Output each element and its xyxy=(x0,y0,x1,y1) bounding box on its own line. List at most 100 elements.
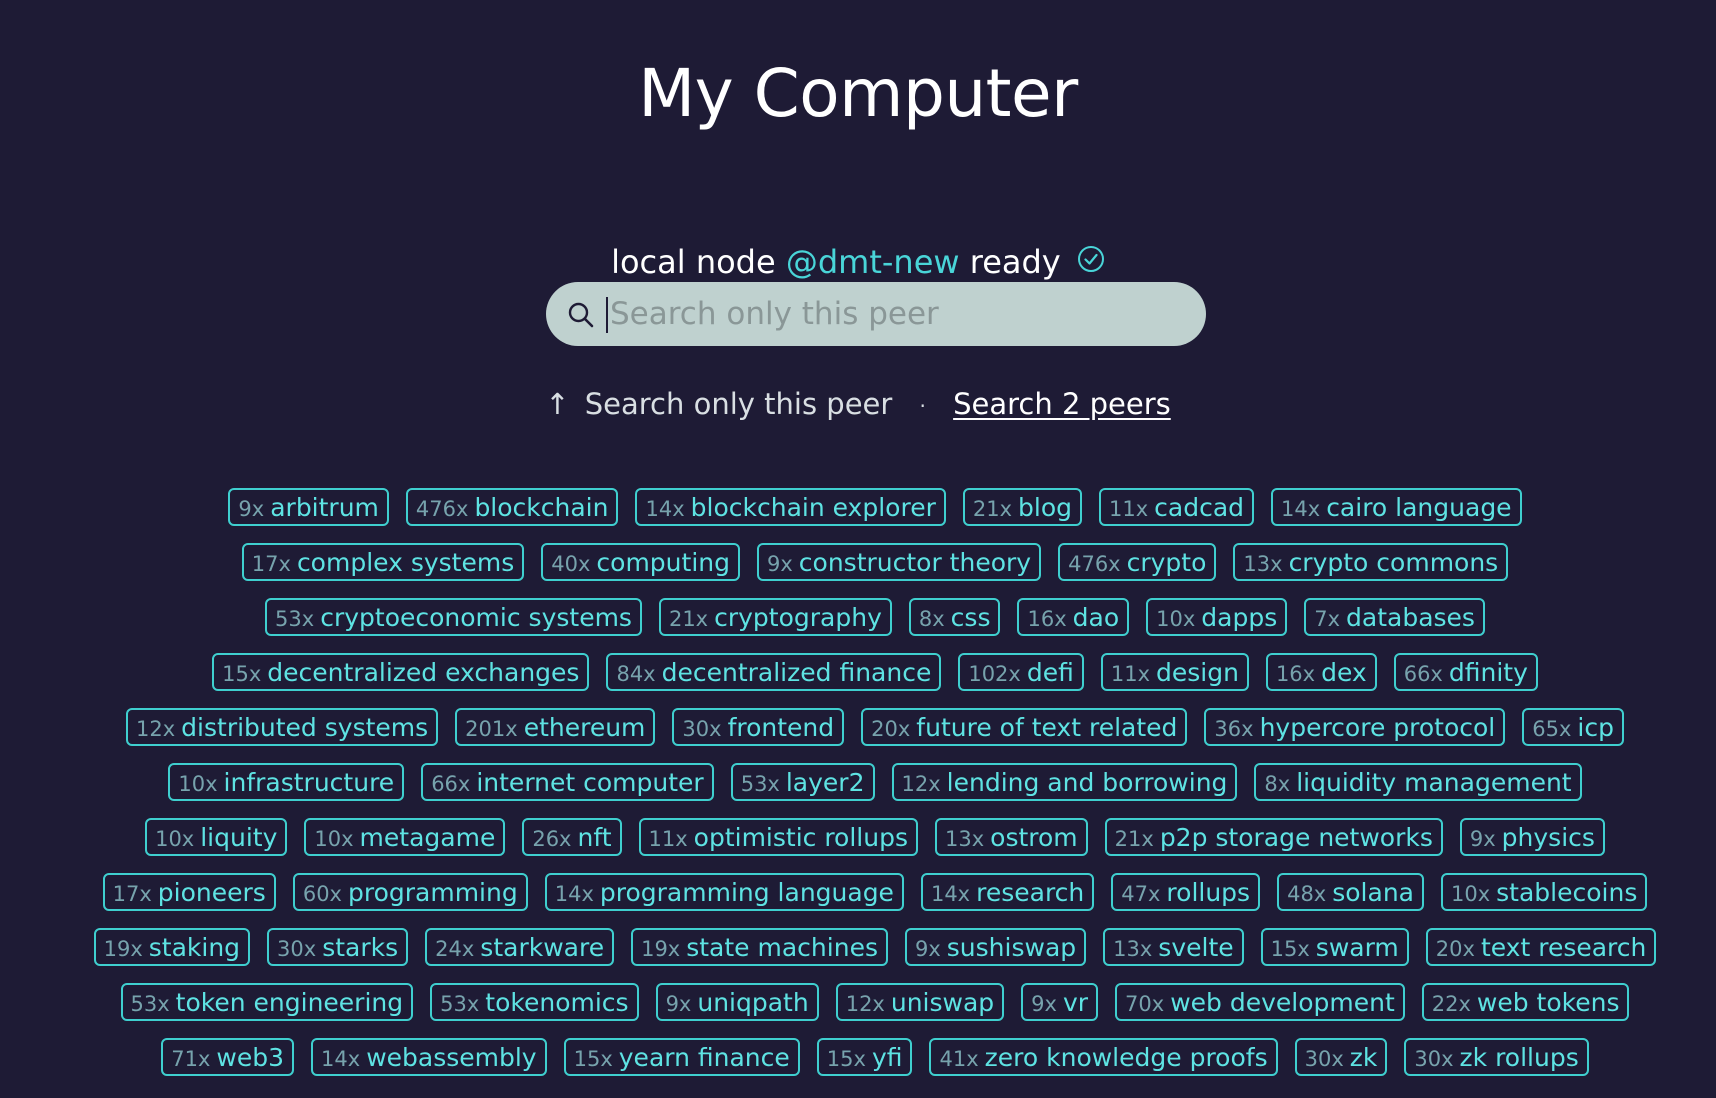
tag-count: 15x xyxy=(222,662,262,686)
tag-chip[interactable]: 12x distributed systems xyxy=(126,708,439,746)
tag-chip[interactable]: 13x crypto commons xyxy=(1233,543,1509,581)
tag-chip[interactable]: 10x stablecoins xyxy=(1441,873,1648,911)
tag-label: liquidity management xyxy=(1296,768,1572,797)
tag-chip[interactable]: 9x constructor theory xyxy=(756,543,1042,581)
tag-label: frontend xyxy=(727,713,835,742)
tag-chip[interactable]: 26x nft xyxy=(522,818,622,856)
tag-chip[interactable]: 476x crypto xyxy=(1058,543,1217,581)
tag-chip[interactable]: 66x dfinity xyxy=(1393,653,1538,691)
tag-count: 8x xyxy=(1264,772,1291,796)
tag-chip[interactable]: 15x yfi xyxy=(816,1038,913,1076)
tag-chip[interactable]: 9x arbitrum xyxy=(228,488,389,526)
tag-chip[interactable]: 71x web3 xyxy=(161,1038,295,1076)
tag-count: 10x xyxy=(314,827,354,851)
tag-chip[interactable]: 60x programming xyxy=(292,873,528,911)
current-scope-label: Search only this peer xyxy=(584,387,893,421)
tag-label: research xyxy=(976,878,1085,907)
search-input[interactable] xyxy=(606,288,1190,340)
tag-chip[interactable]: 15x decentralized exchanges xyxy=(212,653,590,691)
tag-chip[interactable]: 53x cryptoeconomic systems xyxy=(265,598,642,636)
tag-chip[interactable]: 84x decentralized finance xyxy=(606,653,942,691)
tag-chip[interactable]: 15x yearn finance xyxy=(563,1038,800,1076)
tag-chip[interactable]: 20x text research xyxy=(1425,928,1657,966)
tag-chip[interactable]: 10x dapps xyxy=(1146,598,1288,636)
page: My Computer local node @dmt-new ready ↑ … xyxy=(0,0,1716,1098)
tag-label: dao xyxy=(1072,603,1120,632)
tag-count: 10x xyxy=(155,827,195,851)
tag-chip[interactable]: 70x web development xyxy=(1115,983,1405,1021)
tag-label: rollups xyxy=(1166,878,1251,907)
tag-chip[interactable]: 16x dex xyxy=(1265,653,1377,691)
scope-separator: · xyxy=(919,394,926,418)
tag-chip[interactable]: 21x cryptography xyxy=(658,598,892,636)
tag-chip[interactable]: 14x webassembly xyxy=(311,1038,547,1076)
tag-label: vr xyxy=(1062,988,1089,1017)
tag-chip[interactable]: 10x metagame xyxy=(304,818,506,856)
tag-chip[interactable]: 12x uniswap xyxy=(835,983,1005,1021)
tag-chip[interactable]: 11x cadcad xyxy=(1099,488,1255,526)
tag-count: 9x xyxy=(914,937,941,961)
tag-label: infrastructure xyxy=(223,768,395,797)
tag-chip[interactable]: 476x blockchain xyxy=(405,488,619,526)
tag-chip[interactable]: 14x cairo language xyxy=(1271,488,1522,526)
tag-chip[interactable]: 24x starkware xyxy=(425,928,615,966)
tag-count: 9x xyxy=(1469,827,1496,851)
tag-label: blockchain explorer xyxy=(690,493,936,522)
tag-chip[interactable]: 21x p2p storage networks xyxy=(1104,818,1443,856)
tag-chip[interactable]: 10x liquity xyxy=(145,818,288,856)
tag-chip[interactable]: 12x lending and borrowing xyxy=(891,763,1238,801)
tag-chip[interactable]: 16x dao xyxy=(1017,598,1130,636)
tag-chip[interactable]: 40x computing xyxy=(541,543,740,581)
tag-count: 15x xyxy=(1270,937,1310,961)
tag-chip[interactable]: 14x programming language xyxy=(544,873,904,911)
search-bar[interactable] xyxy=(546,282,1206,346)
tag-chip[interactable]: 17x pioneers xyxy=(102,873,276,911)
tag-chip[interactable]: 9x uniqpath xyxy=(655,983,819,1021)
tag-count: 476x xyxy=(1068,552,1121,576)
tag-chip[interactable]: 201x ethereum xyxy=(455,708,656,746)
tag-chip[interactable]: 19x state machines xyxy=(631,928,888,966)
tag-chip[interactable]: 53x layer2 xyxy=(730,763,875,801)
tag-chip[interactable]: 102x defi xyxy=(958,653,1084,691)
tag-chip[interactable]: 21x blog xyxy=(962,488,1082,526)
tag-chip[interactable]: 14x research xyxy=(920,873,1095,911)
tag-chip[interactable]: 48x solana xyxy=(1277,873,1424,911)
tag-chip[interactable]: 22x web tokens xyxy=(1421,983,1630,1021)
search-peers-link[interactable]: Search 2 peers xyxy=(953,387,1171,421)
tag-chip[interactable]: 30x starks xyxy=(267,928,409,966)
tag-chip[interactable]: 9x sushiswap xyxy=(904,928,1087,966)
tag-chip[interactable]: 41x zero knowledge proofs xyxy=(929,1038,1278,1076)
tag-chip[interactable]: 65x icp xyxy=(1522,708,1624,746)
tag-chip[interactable]: 36x hypercore protocol xyxy=(1204,708,1506,746)
tag-count: 19x xyxy=(103,937,143,961)
tag-chip[interactable]: 7x databases xyxy=(1304,598,1485,636)
tag-label: staking xyxy=(148,933,241,962)
tag-count: 11x xyxy=(648,827,688,851)
tag-chip[interactable]: 30x frontend xyxy=(672,708,845,746)
tag-chip[interactable]: 11x optimistic rollups xyxy=(638,818,918,856)
tag-label: css xyxy=(950,603,991,632)
tag-chip[interactable]: 13x svelte xyxy=(1103,928,1244,966)
tag-chip[interactable]: 20x future of text related xyxy=(861,708,1188,746)
tag-chip[interactable]: 53x token engineering xyxy=(120,983,414,1021)
tag-chip[interactable]: 11x design xyxy=(1100,653,1249,691)
tag-chip[interactable]: 19x staking xyxy=(93,928,251,966)
tag-chip[interactable]: 14x blockchain explorer xyxy=(635,488,946,526)
tag-count: 17x xyxy=(251,552,291,576)
tag-chip[interactable]: 17x complex systems xyxy=(241,543,525,581)
tag-chip[interactable]: 9x physics xyxy=(1459,818,1605,856)
tag-chip[interactable]: 66x internet computer xyxy=(421,763,714,801)
tag-chip[interactable]: 8x liquidity management xyxy=(1254,763,1582,801)
tag-chip[interactable]: 9x vr xyxy=(1021,983,1099,1021)
arrow-up-icon: ↑ xyxy=(545,387,570,421)
tag-label: optimistic rollups xyxy=(693,823,908,852)
tag-chip[interactable]: 30x zk rollups xyxy=(1404,1038,1589,1076)
tag-chip[interactable]: 47x rollups xyxy=(1111,873,1261,911)
tag-chip[interactable]: 10x infrastructure xyxy=(168,763,405,801)
tag-count: 40x xyxy=(551,552,591,576)
tag-chip[interactable]: 13x ostrom xyxy=(935,818,1088,856)
tag-chip[interactable]: 15x swarm xyxy=(1260,928,1409,966)
tag-chip[interactable]: 30x zk xyxy=(1294,1038,1388,1076)
tag-chip[interactable]: 53x tokenomics xyxy=(430,983,639,1021)
tag-chip[interactable]: 8x css xyxy=(908,598,1001,636)
